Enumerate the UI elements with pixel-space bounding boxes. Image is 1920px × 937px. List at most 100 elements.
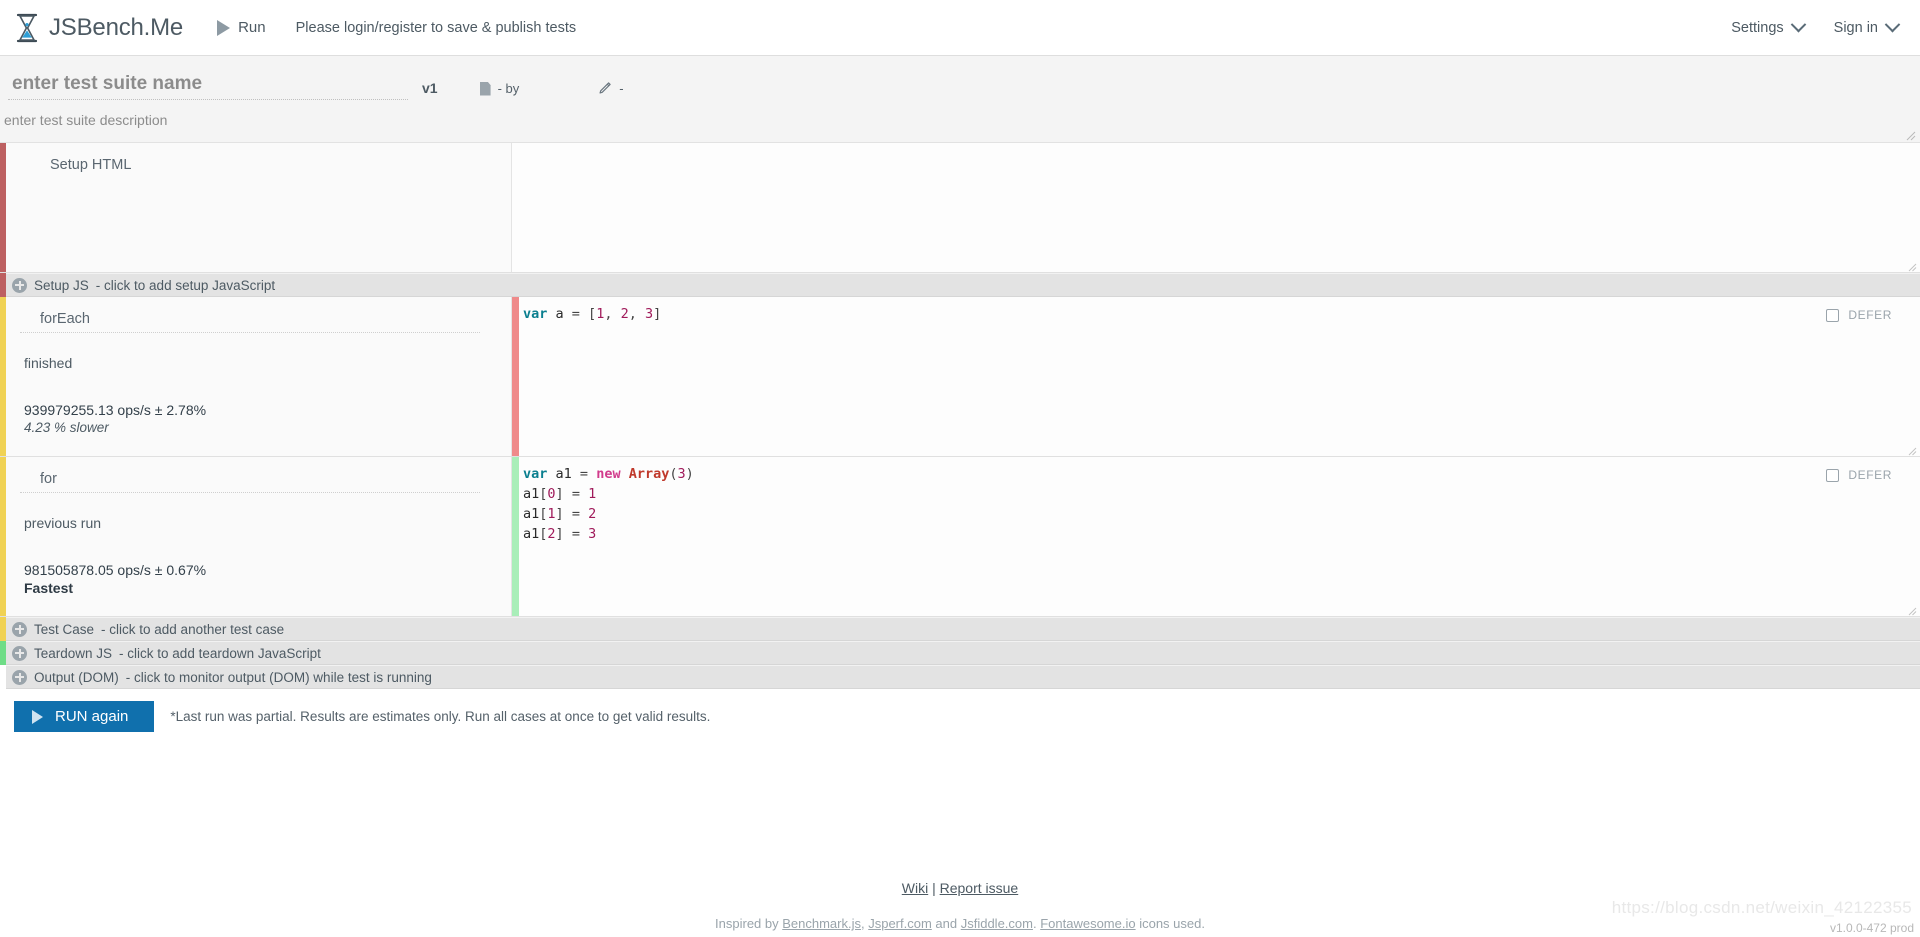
plus-circle-icon	[12, 621, 27, 637]
code-line: var a = [1, 2, 3]	[523, 306, 662, 322]
jsperf-link[interactable]: Jsperf.com	[868, 916, 932, 931]
login-message: Please login/register to save & publish …	[295, 19, 577, 36]
signin-menu[interactable]: Sign in	[1833, 16, 1901, 36]
settings-label: Settings	[1731, 19, 1784, 36]
test-case-left: for previous run 981505878.05 ops/s ± 0.…	[6, 457, 512, 616]
resize-grip-icon[interactable]	[1906, 603, 1917, 616]
add-test-case-label: Test Case	[34, 621, 95, 637]
teardown-js-label: Teardown JS	[34, 645, 113, 661]
output-dom-label: Output (DOM)	[34, 669, 119, 685]
code-line: a1[1] = 2	[523, 506, 597, 522]
teardown-js-label-wrap: Teardown JS - click to add teardown Java…	[6, 645, 321, 661]
footer: Wiki | Report issue Inspired by Benchmar…	[0, 880, 1920, 937]
add-test-case-hint: - click to add another test case	[101, 621, 285, 637]
test-case-editor[interactable]: var a = [1, 2, 3] DEFER	[512, 297, 1920, 456]
signin-label: Sign in	[1833, 19, 1878, 36]
test-case-title-input[interactable]: for	[20, 471, 480, 493]
defer-checkbox[interactable]	[1826, 468, 1840, 482]
code-line: a1[0] = 1	[523, 486, 597, 502]
plus-circle-icon	[12, 669, 27, 685]
resize-grip-icon[interactable]	[1904, 128, 1916, 141]
resize-grip-icon[interactable]	[1906, 443, 1917, 456]
credit-sep-2: and	[931, 916, 961, 931]
test-case-ops: 939979255.13 ops/s ± 2.78%	[24, 402, 207, 418]
setup-html-label: Setup HTML	[50, 157, 132, 173]
run-again-label: RUN again	[55, 708, 129, 725]
chevron-down-icon	[1790, 16, 1806, 33]
setup-js-label-wrap: Setup JS - click to add setup JavaScript	[6, 277, 276, 293]
setup-js-hint: - click to add setup JavaScript	[95, 277, 276, 293]
output-dom-label-wrap: Output (DOM) - click to monitor output (…	[6, 669, 432, 685]
nav-run-button[interactable]: Run	[217, 19, 266, 36]
pencil-icon	[597, 81, 612, 96]
suite-title-row: enter test suite name v1 - by -	[0, 68, 1920, 100]
wiki-link[interactable]: Wiki	[902, 880, 928, 896]
test-case-ops: 981505878.05 ops/s ± 0.67%	[24, 562, 207, 578]
navbar-right: Settings Sign in	[1731, 16, 1901, 36]
test-case-result: 981505878.05 ops/s ± 0.67% Fastest	[20, 561, 499, 597]
test-case-comparison: 4.23 % slower	[24, 420, 109, 435]
setup-js-add-row[interactable]: Setup JS - click to add setup JavaScript	[0, 273, 1920, 297]
suite-edited-meta: -	[597, 81, 624, 100]
run-again-button[interactable]: RUN again	[14, 701, 155, 732]
setup-html-code[interactable]	[512, 143, 1920, 272]
play-triangle-icon	[32, 709, 43, 724]
defer-control[interactable]: DEFER	[1826, 308, 1892, 322]
defer-control[interactable]: DEFER	[1826, 468, 1892, 482]
add-test-case-row[interactable]: Test Case - click to add another test ca…	[0, 617, 1920, 641]
top-navbar: JSBench.Me Run Please login/register to …	[0, 0, 1920, 56]
test-case-pane: for previous run 981505878.05 ops/s ± 0.…	[0, 457, 1920, 617]
test-case-code[interactable]: var a = [1, 2, 3]	[519, 297, 1920, 456]
suite-edited-label: -	[619, 81, 624, 96]
app-version: v1.0.0-472 prod	[1829, 921, 1914, 935]
setup-html-left[interactable]: Setup HTML	[6, 143, 512, 272]
suite-version: v1	[422, 80, 438, 96]
plus-circle-icon	[12, 277, 27, 293]
setup-html-editor[interactable]	[512, 143, 1920, 272]
footer-links: Wiki | Report issue	[0, 880, 1920, 896]
test-case-title-input[interactable]: forEach	[20, 311, 480, 333]
defer-checkbox[interactable]	[1826, 308, 1840, 322]
suite-name-input[interactable]: enter test suite name	[8, 73, 408, 100]
settings-menu[interactable]: Settings	[1731, 16, 1806, 36]
suite-by-label: - by	[497, 81, 520, 96]
plus-circle-icon	[12, 645, 27, 661]
test-case-result: 939979255.13 ops/s ± 2.78% 4.23 % slower	[20, 401, 499, 437]
setup-html-pane: Setup HTML	[0, 143, 1920, 273]
setup-js-label: Setup JS	[34, 277, 89, 293]
teardown-js-add-row[interactable]: Teardown JS - click to add teardown Java…	[0, 641, 1920, 665]
resize-grip-icon[interactable]	[1906, 259, 1917, 272]
code-line: a1[2] = 3	[523, 526, 597, 542]
document-icon	[479, 81, 491, 96]
add-test-case-label-wrap: Test Case - click to add another test ca…	[6, 621, 285, 637]
brand-name: JSBench.Me	[49, 13, 184, 41]
play-triangle-icon	[217, 19, 231, 36]
suite-description-text: enter test suite description	[4, 112, 168, 128]
benchmarkjs-link[interactable]: Benchmark.js	[782, 916, 861, 931]
footer-credit: Inspired by Benchmark.js, Jsperf.com and…	[0, 916, 1920, 931]
fontawesome-link[interactable]: Fontawesome.io	[1040, 916, 1135, 931]
brand[interactable]: JSBench.Me	[14, 13, 183, 43]
run-bar: RUN again *Last run was partial. Results…	[0, 689, 1920, 732]
jsfiddle-link[interactable]: Jsfiddle.com	[961, 916, 1033, 931]
test-case-left: forEach finished 939979255.13 ops/s ± 2.…	[6, 297, 512, 456]
test-case-editor[interactable]: var a1 = new Array(3) a1[0] = 1 a1[1] = …	[512, 457, 1920, 616]
output-dom-add-row[interactable]: Output (DOM) - click to monitor output (…	[0, 665, 1920, 689]
defer-label: DEFER	[1848, 468, 1892, 482]
suite-description-input[interactable]: enter test suite description	[0, 100, 1920, 142]
test-case-code[interactable]: var a1 = new Array(3) a1[0] = 1 a1[1] = …	[519, 457, 1920, 616]
test-case-status: previous run	[24, 515, 102, 531]
credit-suffix: icons used.	[1135, 916, 1205, 931]
run-note: *Last run was partial. Results are estim…	[170, 709, 711, 724]
suite-revision-meta: - by	[479, 81, 520, 100]
watermark: https://blog.csdn.net/weixin_42122355	[1611, 898, 1912, 917]
test-case-comparison: Fastest	[24, 580, 74, 596]
editor-accent-bar	[512, 457, 519, 616]
hourglass-icon	[14, 13, 40, 43]
editor-accent-bar	[512, 297, 519, 456]
report-issue-link[interactable]: Report issue	[940, 880, 1019, 896]
code-line: var a1 = new Array(3)	[523, 466, 694, 482]
suite-header: enter test suite name v1 - by - enter te…	[0, 56, 1920, 143]
teardown-js-hint: - click to add teardown JavaScript	[119, 645, 321, 661]
test-case-pane: forEach finished 939979255.13 ops/s ± 2.…	[0, 297, 1920, 457]
